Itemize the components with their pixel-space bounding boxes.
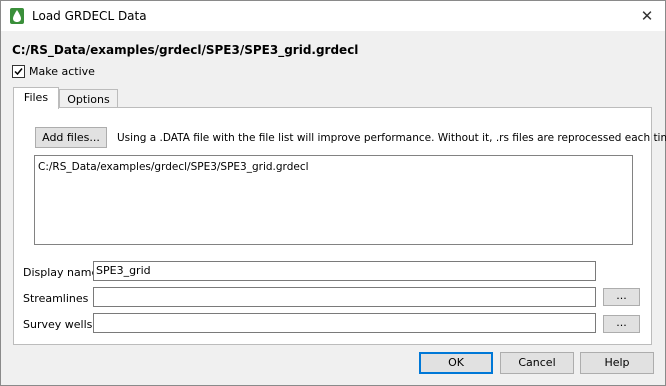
streamlines-field[interactable] (93, 287, 596, 307)
close-icon[interactable]: ✕ (635, 5, 659, 27)
display-name-field[interactable]: SPE3_grid (93, 261, 596, 281)
survey-wells-label: Survey wells (23, 318, 93, 331)
droplet-icon (10, 8, 24, 24)
survey-wells-field[interactable] (93, 313, 596, 333)
window-title: Load GRDECL Data (32, 9, 147, 23)
tab-options[interactable]: Options (59, 89, 118, 109)
cancel-button[interactable]: Cancel (500, 352, 574, 374)
make-active-checkbox[interactable] (12, 65, 25, 78)
survey-wells-browse-button[interactable]: ... (603, 315, 640, 333)
help-button[interactable]: Help (580, 352, 654, 374)
streamlines-browse-button[interactable]: ... (603, 288, 640, 306)
checkmark-icon (14, 68, 23, 76)
display-name-label: Display name (23, 266, 99, 279)
file-list[interactable]: C:/RS_Data/examples/grdecl/SPE3/SPE3_gri… (34, 155, 633, 245)
tab-files[interactable]: Files (13, 87, 59, 109)
ok-button[interactable]: OK (419, 352, 493, 374)
streamlines-label: Streamlines (23, 292, 89, 305)
make-active-label: Make active (29, 65, 95, 78)
performance-info-text: Using a .DATA file with the file list wi… (117, 132, 666, 144)
file-path-header: C:/RS_Data/examples/grdecl/SPE3/SPE3_gri… (12, 43, 359, 57)
add-files-button[interactable]: Add files... (35, 127, 107, 148)
list-item[interactable]: C:/RS_Data/examples/grdecl/SPE3/SPE3_gri… (38, 161, 309, 173)
load-grdecl-dialog: Load GRDECL Data ✕ C:/RS_Data/examples/g… (0, 0, 666, 386)
title-bar: Load GRDECL Data ✕ (1, 1, 665, 31)
